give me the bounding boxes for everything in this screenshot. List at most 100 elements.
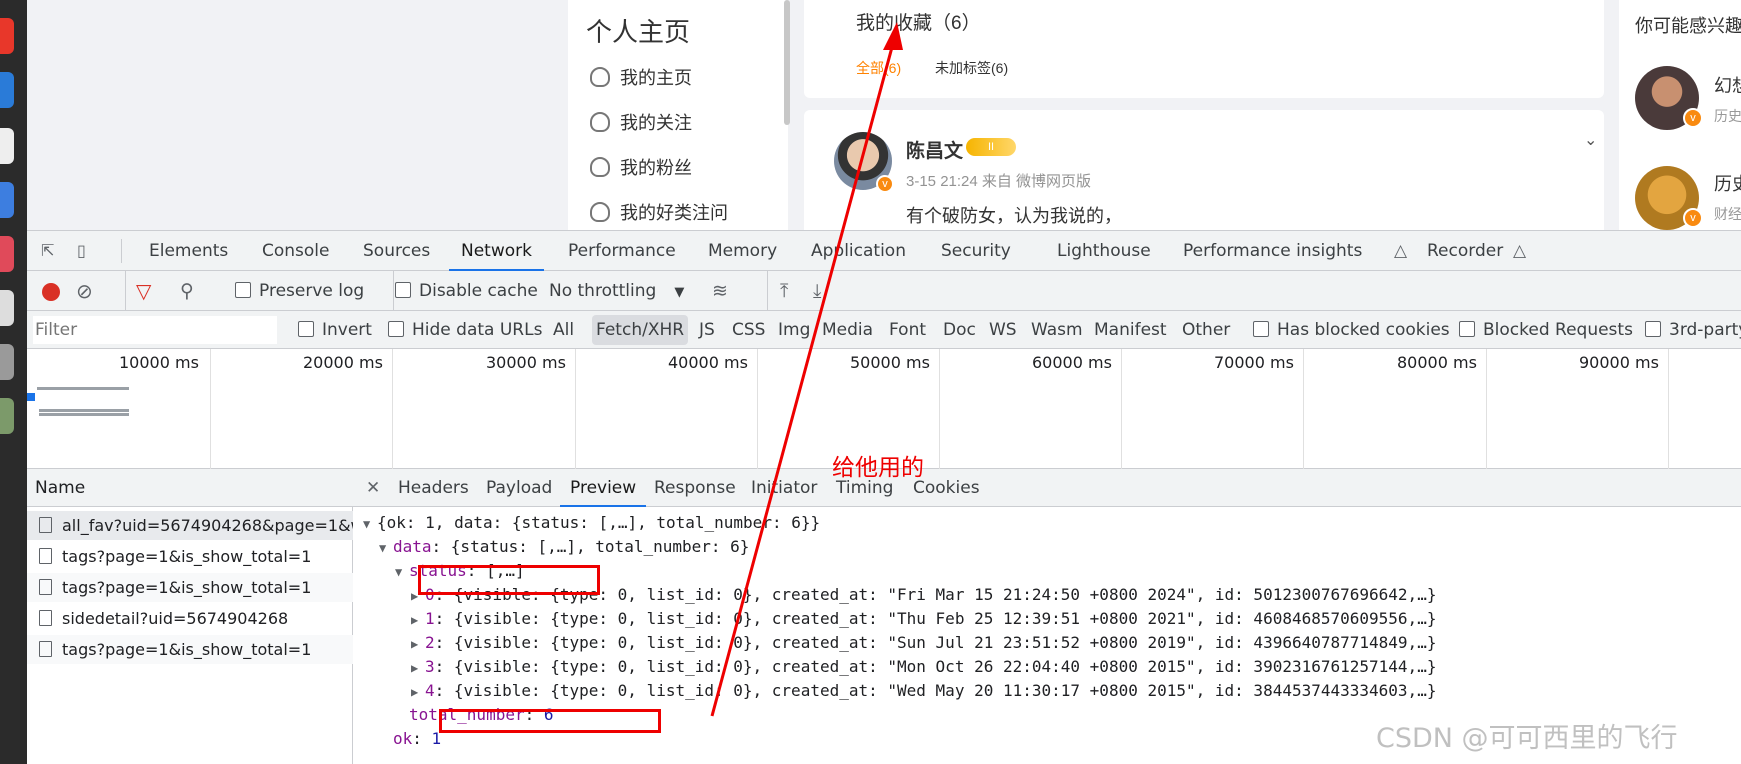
timeline-label: 80000 ms	[1397, 353, 1477, 372]
document-icon	[39, 641, 52, 657]
tab-performance-insights[interactable]: Performance insights	[1183, 231, 1362, 271]
type-filter-js[interactable]: JS	[699, 311, 715, 349]
tab-memory[interactable]: Memory	[708, 231, 777, 271]
filter-all-tab[interactable]: 全部(6)	[856, 58, 901, 78]
dock-app-icon[interactable]	[0, 344, 14, 380]
type-filter-font[interactable]: Font	[889, 311, 926, 349]
request-row[interactable]: tags?page=1&is_show_total=1	[27, 573, 353, 602]
tab-elements[interactable]: Elements	[149, 231, 228, 271]
csdn-watermark: CSDN @可可西里的飞行	[1376, 723, 1678, 754]
app-dock	[0, 0, 27, 764]
suggested-user-desc: 历史	[1714, 108, 1741, 124]
json-status-item[interactable]: ▶ 1: {visible: {type: 0, list_id: 0}, cre…	[411, 608, 1436, 630]
inspect-element-icon[interactable]: ⇱	[41, 241, 61, 261]
timeline-request-bar	[27, 393, 35, 401]
collapsed-triangle-icon: ▶	[411, 637, 419, 651]
dock-app-icon[interactable]	[0, 18, 14, 54]
clear-icon[interactable]: ⊘	[76, 271, 93, 311]
users-icon	[590, 157, 610, 177]
json-status-item[interactable]: ▶ 3: {visible: {type: 0, list_id: 0}, cre…	[411, 656, 1436, 678]
nav-my-fans[interactable]: 我的粉丝	[590, 154, 692, 180]
blocked-requests-checkbox[interactable]: Blocked Requests	[1459, 311, 1633, 349]
tab-initiator[interactable]: Initiator	[751, 469, 817, 507]
json-status-item[interactable]: ▶ 2: {visible: {type: 0, list_id: 0}, cre…	[411, 632, 1436, 654]
divider	[121, 239, 122, 263]
blocked-cookies-checkbox[interactable]: Has blocked cookies	[1253, 311, 1450, 349]
type-filter-fetch-xhr[interactable]: Fetch/XHR	[592, 315, 689, 345]
network-conditions-icon[interactable]: ≋	[712, 271, 728, 311]
type-filter-doc[interactable]: Doc	[943, 311, 976, 349]
tab-response[interactable]: Response	[654, 469, 736, 507]
tab-application[interactable]: Application	[811, 231, 906, 271]
throttling-select[interactable]: No throttling ▼	[549, 271, 684, 311]
request-row[interactable]: tags?page=1&is_show_total=1	[27, 635, 353, 664]
author-name[interactable]: 陈昌文	[906, 136, 963, 163]
type-filter-img[interactable]: Img	[778, 311, 810, 349]
third-party-checkbox[interactable]: 3rd-party	[1645, 311, 1741, 349]
request-row[interactable]: all_fav?uid=5674904268&page=1&w...	[27, 511, 353, 540]
export-har-icon[interactable]: ⤓	[813, 271, 821, 311]
type-filter-css[interactable]: CSS	[732, 311, 765, 349]
close-icon[interactable]: ✕	[366, 469, 380, 507]
import-har-icon[interactable]: ⤒	[780, 271, 788, 311]
name-column-header[interactable]: Name	[27, 469, 353, 507]
preserve-log-checkbox[interactable]: Preserve log	[235, 271, 364, 311]
type-filter-manifest[interactable]: Manifest	[1094, 311, 1167, 349]
nav-item[interactable]: 我的好类注问	[590, 199, 728, 225]
dock-app-icon[interactable]	[0, 290, 14, 326]
network-filter-bar: Invert Hide data URLs All Fetch/XHR JS C…	[27, 311, 1741, 349]
dock-app-icon[interactable]	[0, 128, 14, 164]
tab-recorder[interactable]: Recorder	[1427, 231, 1503, 271]
timeline-label: 90000 ms	[1579, 353, 1659, 372]
tab-payload[interactable]: Payload	[486, 469, 552, 507]
dock-app-icon[interactable]	[0, 72, 14, 108]
dock-app-icon[interactable]	[0, 236, 14, 272]
filter-icon[interactable]: ▽	[136, 271, 151, 311]
request-row[interactable]: tags?page=1&is_show_total=1	[27, 542, 353, 571]
tab-console[interactable]: Console	[262, 231, 330, 271]
post-meta: 3-15 21:24 来自 微博网页版	[906, 173, 1092, 190]
tab-preview[interactable]: Preview	[559, 469, 647, 507]
request-row[interactable]: sidedetail?uid=5674904268	[27, 604, 353, 633]
verified-badge-icon: v	[1683, 208, 1703, 228]
tab-performance[interactable]: Performance	[568, 231, 676, 271]
expanded-triangle-icon: ▼	[379, 541, 387, 555]
tab-headers[interactable]: Headers	[398, 469, 469, 507]
tab-security[interactable]: Security	[941, 231, 1011, 271]
type-filter-wasm[interactable]: Wasm	[1031, 311, 1083, 349]
suggested-user-name[interactable]: 历史	[1714, 170, 1741, 196]
hide-data-urls-checkbox[interactable]: Hide data URLs	[388, 311, 542, 349]
tab-sources[interactable]: Sources	[363, 231, 430, 271]
tab-network[interactable]: Network	[449, 231, 544, 271]
dock-app-icon[interactable]	[0, 398, 14, 434]
filter-input[interactable]	[33, 316, 277, 344]
search-icon[interactable]: ⚲	[180, 271, 194, 311]
chevron-down-icon[interactable]: ⌄	[1584, 130, 1597, 150]
timeline-label: 60000 ms	[1032, 353, 1112, 372]
filter-untagged-tab[interactable]: 未加标签(6)	[935, 58, 1008, 78]
suggested-user-desc: 财经	[1714, 206, 1741, 222]
type-filter-all[interactable]: All	[553, 311, 574, 349]
type-filter-media[interactable]: Media	[822, 311, 873, 349]
device-toolbar-icon[interactable]: ▯	[77, 241, 97, 261]
collapsed-triangle-icon: ▶	[411, 661, 419, 675]
sidebar-scrollbar[interactable]	[784, 0, 790, 125]
expanded-triangle-icon: ▼	[395, 565, 403, 579]
nav-my-following[interactable]: 我的关注	[590, 109, 692, 135]
json-status-item[interactable]: ▶ 4: {visible: {type: 0, list_id: 0}, cre…	[411, 680, 1436, 702]
dock-app-icon[interactable]	[0, 182, 14, 218]
tab-lighthouse[interactable]: Lighthouse	[1057, 231, 1151, 271]
profile-title: 个人主页	[586, 17, 691, 47]
disable-cache-checkbox[interactable]: Disable cache	[395, 271, 538, 311]
devtools-tabbar: ⇱ ▯ Elements Console Sources Network Per…	[27, 231, 1741, 271]
nav-my-home[interactable]: 我的主页	[590, 64, 692, 90]
suggested-user-name[interactable]: 幻想	[1714, 72, 1741, 98]
invert-checkbox[interactable]: Invert	[298, 311, 372, 349]
suggestions-panel: 你可能感兴趣 v 幻想 历史 v 历史 财经	[1619, 0, 1741, 230]
type-filter-ws[interactable]: WS	[989, 311, 1017, 349]
record-button[interactable]	[42, 283, 60, 301]
flask-icon: △	[1394, 241, 1408, 261]
type-filter-other[interactable]: Other	[1182, 311, 1230, 349]
json-root[interactable]: ▼ {ok: 1, data: {status: [,…], total_numb…	[363, 512, 820, 534]
json-data-node[interactable]: ▼ data: {status: [,…], total_number: 6}	[379, 536, 749, 558]
